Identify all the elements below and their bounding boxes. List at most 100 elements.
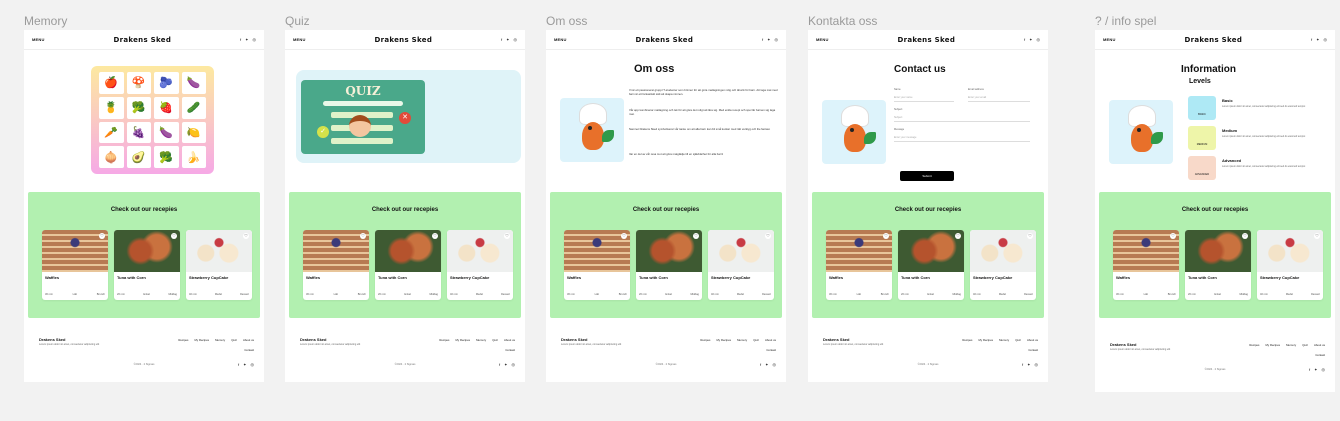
favorite-icon[interactable]: ♡ (883, 233, 889, 239)
message-field[interactable]: Enter your message (894, 136, 1030, 142)
menu-button[interactable]: MENU (816, 37, 829, 42)
twitter-icon[interactable]: ✦ (245, 37, 248, 42)
memory-card[interactable]: 🍎 (99, 72, 124, 94)
footer-link[interactable]: Recipes (1249, 343, 1259, 347)
subject-field[interactable]: Subject (894, 116, 1030, 122)
footer-link[interactable]: Memory (999, 338, 1009, 342)
memory-card[interactable]: 🧅 (99, 146, 124, 168)
memory-card[interactable]: 🫐 (154, 72, 179, 94)
name-field[interactable]: Enter your name (894, 96, 954, 102)
recipe-card[interactable]: ♡ Waffles 30 min Lätt Brunch (1113, 230, 1179, 300)
instagram-icon[interactable]: ◎ (1035, 362, 1039, 367)
footer-link[interactable]: About us (1314, 343, 1325, 347)
footer-link[interactable]: Quiz (231, 338, 237, 342)
favorite-icon[interactable]: ♡ (504, 233, 510, 239)
menu-button[interactable]: MENU (1103, 37, 1116, 42)
facebook-icon[interactable]: f (501, 37, 502, 42)
twitter-icon[interactable]: ✦ (1027, 362, 1030, 367)
memory-card[interactable]: 🍋 (181, 121, 206, 144)
menu-button[interactable]: MENU (554, 37, 567, 42)
footer-link[interactable]: My Recipes (1265, 343, 1280, 347)
footer-link[interactable]: My Recipes (194, 338, 209, 342)
favorite-icon[interactable]: ♡ (1242, 233, 1248, 239)
footer-contact-link[interactable]: Contact (505, 348, 515, 352)
recipe-card[interactable]: ♡ Strawberry CupCake 40 min Medel Dessert (1257, 230, 1323, 300)
footer-link[interactable]: Recipes (439, 338, 449, 342)
memory-card[interactable]: 🍓 (154, 96, 179, 119)
facebook-icon[interactable]: f (760, 362, 761, 367)
twitter-icon[interactable]: ✦ (1314, 367, 1317, 372)
facebook-icon[interactable]: f (1311, 37, 1312, 42)
facebook-icon[interactable]: f (499, 362, 500, 367)
recipe-card[interactable]: ♡ Strawberry CupCake 40 min Medel Dessert (447, 230, 513, 300)
footer-link[interactable]: Quiz (753, 338, 759, 342)
facebook-icon[interactable]: f (238, 362, 239, 367)
footer-link[interactable]: Recipes (962, 338, 972, 342)
level-item[interactable]: MEDIUM Medium Lorem ipsum dolor sit amet, … (1188, 126, 1328, 152)
twitter-icon[interactable]: ✦ (1029, 37, 1032, 42)
email-field[interactable]: Enter your email (968, 96, 1030, 102)
footer-link[interactable]: About us (765, 338, 776, 342)
twitter-icon[interactable]: ✦ (243, 362, 246, 367)
instagram-icon[interactable]: ◎ (512, 362, 516, 367)
footer-link[interactable]: About us (243, 338, 254, 342)
recipe-card[interactable]: ♡ Waffles 30 min Lätt Brunch (564, 230, 630, 300)
memory-card[interactable]: 🍌 (181, 146, 206, 168)
memory-card[interactable]: 🍆 (181, 72, 206, 94)
level-item[interactable]: ADVANCED Advanced Lorem ipsum dolor sit am… (1188, 156, 1328, 182)
recipe-card[interactable]: ♡ Waffles 30 min Lätt Brunch (826, 230, 892, 300)
recipe-card[interactable]: ♡ Strawberry CupCake 40 min Medel Dessert (186, 230, 252, 300)
favorite-icon[interactable]: ♡ (1027, 233, 1033, 239)
favorite-icon[interactable]: ♡ (1314, 233, 1320, 239)
quiz-banner[interactable]: QUIZ ✓ ✕ (296, 70, 521, 163)
brand-logo[interactable]: Drakens Sked (113, 36, 171, 44)
memory-card[interactable]: 🥕 (99, 121, 124, 144)
footer-link[interactable]: My Recipes (455, 338, 470, 342)
footer-contact-link[interactable]: Contact (1028, 348, 1038, 352)
memory-card[interactable]: 🍆 (154, 121, 179, 144)
memory-card[interactable]: 🥑 (126, 146, 151, 168)
footer-contact-link[interactable]: Contact (766, 348, 776, 352)
favorite-icon[interactable]: ♡ (360, 233, 366, 239)
footer-link[interactable]: Recipes (700, 338, 710, 342)
favorite-icon[interactable]: ♡ (432, 233, 438, 239)
footer-link[interactable]: About us (1027, 338, 1038, 342)
recipe-card[interactable]: ♡ Tuna with Corn 20 min Enkel Middag (898, 230, 964, 300)
memory-card[interactable]: 🥦 (126, 96, 151, 119)
brand-logo[interactable]: Drakens Sked (897, 36, 955, 44)
recipe-card[interactable]: ♡ Waffles 30 min Lätt Brunch (42, 230, 108, 300)
facebook-icon[interactable]: f (1024, 37, 1025, 42)
level-item[interactable]: BASIC Basic Lorem ipsum dolor sit amet, co… (1188, 96, 1328, 122)
favorite-icon[interactable]: ♡ (99, 233, 105, 239)
memory-card[interactable]: 🥒 (181, 96, 206, 119)
footer-link[interactable]: My Recipes (978, 338, 993, 342)
brand-logo[interactable]: Drakens Sked (635, 36, 693, 44)
facebook-icon[interactable]: f (1022, 362, 1023, 367)
favorite-icon[interactable]: ♡ (1170, 233, 1176, 239)
favorite-icon[interactable]: ♡ (171, 233, 177, 239)
footer-contact-link[interactable]: Contact (244, 348, 254, 352)
submit-button[interactable]: Submit (900, 171, 954, 181)
recipe-card[interactable]: ♡ Tuna with Corn 20 min Enkel Middag (1185, 230, 1251, 300)
recipe-card[interactable]: ♡ Tuna with Corn 20 min Enkel Middag (114, 230, 180, 300)
footer-link[interactable]: My Recipes (716, 338, 731, 342)
favorite-icon[interactable]: ♡ (955, 233, 961, 239)
recipe-card[interactable]: ♡ Tuna with Corn 20 min Enkel Middag (375, 230, 441, 300)
footer-link[interactable]: Recipes (178, 338, 188, 342)
favorite-icon[interactable]: ♡ (765, 233, 771, 239)
instagram-icon[interactable]: ◎ (251, 362, 255, 367)
instagram-icon[interactable]: ◎ (1322, 367, 1326, 372)
memory-card[interactable]: 🥦 (154, 146, 179, 168)
memory-card[interactable]: 🍄 (126, 72, 151, 94)
favorite-icon[interactable]: ♡ (621, 233, 627, 239)
memory-card[interactable]: 🍍 (99, 96, 124, 119)
menu-button[interactable]: MENU (293, 37, 306, 42)
brand-logo[interactable]: Drakens Sked (374, 36, 432, 44)
twitter-icon[interactable]: ✦ (765, 362, 768, 367)
menu-button[interactable]: MENU (32, 37, 45, 42)
footer-link[interactable]: Memory (737, 338, 747, 342)
footer-link[interactable]: Memory (476, 338, 486, 342)
instagram-icon[interactable]: ◎ (1037, 37, 1041, 42)
brand-logo[interactable]: Drakens Sked (1184, 36, 1242, 44)
memory-card[interactable]: 🍇 (126, 121, 151, 144)
